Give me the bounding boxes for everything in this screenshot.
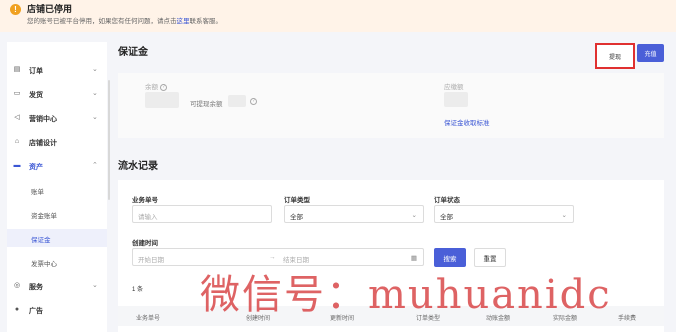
banner-description: 您的账号已被平台停用，如果您有任何问题，请点击这里联系客服。: [27, 18, 222, 25]
sidebar-item-store-design[interactable]: ⌂ 店铺设计: [7, 133, 107, 151]
chevron-down-icon: ⌄: [92, 282, 98, 289]
order-type-select[interactable]: 全部 ⌄: [284, 205, 424, 223]
chevron-down-icon: ⌄: [92, 90, 98, 97]
banner-title: 店铺已停用: [27, 4, 73, 14]
order-icon: ▤: [13, 66, 21, 73]
payable-label: 应缴额: [444, 84, 464, 91]
help-icon[interactable]: ?: [160, 83, 167, 91]
range-arrow-icon: →: [269, 254, 276, 261]
watermark-text: 微信号：muhuanidc: [200, 272, 612, 318]
contact-support-link[interactable]: 这里: [177, 18, 190, 25]
design-icon: ⌂: [14, 138, 20, 145]
withdraw-button[interactable]: 提现: [595, 43, 635, 69]
asset-icon: ▬: [13, 162, 21, 169]
withdrawable-label: 可提现余额: [190, 101, 223, 108]
biz-no-input[interactable]: 请输入: [132, 205, 272, 223]
column-header: 业务单号: [136, 316, 161, 322]
order-type-label: 订单类型: [284, 197, 310, 204]
recharge-button[interactable]: 充值: [637, 44, 664, 62]
ship-icon: ▭: [13, 90, 21, 97]
sidebar-item-deposit[interactable]: 保证金: [7, 229, 107, 247]
service-icon: ◎: [13, 282, 21, 289]
order-status-select[interactable]: 全部 ⌄: [434, 205, 574, 223]
sidebar-item-fund-bills[interactable]: 资金账单: [7, 205, 107, 223]
calendar-icon: ▦: [410, 255, 417, 262]
sidebar-item-orders[interactable]: ▤ 订单 ⌄: [7, 61, 107, 79]
chevron-down-icon: ⌄: [411, 212, 417, 219]
marketing-icon: ◁: [14, 114, 20, 121]
chevron-up-icon: ⌃: [92, 162, 98, 169]
sidebar-item-services[interactable]: ◎ 服务 ⌄: [7, 277, 107, 295]
deposit-standard-link[interactable]: 保证金收取标准: [444, 117, 490, 127]
ad-icon: ●: [14, 306, 20, 313]
sidebar-item-assets[interactable]: ▬ 资产 ⌃: [7, 157, 107, 175]
sidebar: ▤ 订单 ⌄ ▭ 发货 ⌄ ◁ 营销中心 ⌄ ⌂ 店铺设计 ▬ 资产 ⌃ 账单 …: [7, 42, 110, 332]
column-header: 手续费: [618, 316, 637, 322]
balance-label: 余额?: [145, 81, 167, 91]
section-title: 流水记录: [118, 161, 158, 172]
sidebar-item-bills[interactable]: 账单: [7, 181, 107, 199]
sidebar-item-ads[interactable]: ● 广告: [7, 301, 107, 319]
payable-value-redacted: [444, 92, 468, 107]
balance-value-redacted: [145, 92, 179, 108]
sidebar-item-invoice-center[interactable]: 发票中心: [7, 253, 107, 271]
warning-icon: !: [10, 4, 21, 15]
store-disabled-banner: ! 店铺已停用 您的账号已被平台停用，如果您有任何问题，请点击这里联系客服。: [0, 0, 676, 32]
sidebar-item-shipping[interactable]: ▭ 发货 ⌄: [7, 85, 107, 103]
result-count: 1 条: [132, 287, 144, 293]
biz-no-label: 业务单号: [132, 197, 158, 204]
create-time-label: 创建时间: [132, 240, 158, 247]
start-date-input[interactable]: 开始日期: [138, 254, 164, 264]
chevron-down-icon: ⌄: [92, 114, 98, 121]
chevron-down-icon: ⌄: [561, 212, 567, 219]
page-title: 保证金: [118, 47, 148, 58]
deposit-summary: 余额? 可提现余额 ? 应缴额 保证金收取标准: [118, 73, 664, 138]
withdrawable-value-redacted: [228, 95, 246, 107]
order-status-label: 订单状态: [434, 197, 460, 204]
sidebar-item-marketing[interactable]: ◁ 营销中心 ⌄: [7, 109, 107, 127]
help-icon[interactable]: ?: [248, 98, 257, 105]
sidebar-scrollbar[interactable]: [108, 80, 110, 200]
chevron-down-icon: ⌄: [92, 66, 98, 73]
deposit-section: 保证金 提现 充值 余额? 可提现余额 ? 应缴额 保证金收取标准: [118, 38, 664, 138]
